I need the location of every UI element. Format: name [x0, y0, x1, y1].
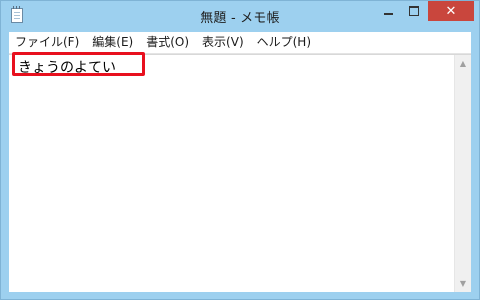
close-icon: ✕ [445, 3, 457, 19]
menu-bar: ファイル(F) 編集(E) 書式(O) 表示(V) ヘルプ(H) [9, 32, 471, 54]
title-bar[interactable]: 無題 - メモ帳 ✕ [1, 1, 479, 31]
maximize-button[interactable] [401, 1, 427, 21]
close-button[interactable]: ✕ [428, 1, 474, 21]
text-editor-area[interactable]: きょうのよてい ▲ ▼ [9, 52, 471, 292]
menu-view[interactable]: 表示(V) [198, 32, 248, 53]
editor-text[interactable]: きょうのよてい [18, 57, 116, 77]
menu-file[interactable]: ファイル(F) [11, 32, 83, 53]
minimize-button[interactable] [375, 1, 401, 21]
menu-edit[interactable]: 編集(E) [88, 32, 137, 53]
menu-format[interactable]: 書式(O) [142, 32, 193, 53]
minimize-icon [383, 13, 393, 15]
scroll-up-icon[interactable]: ▲ [455, 55, 471, 72]
notepad-window: 無題 - メモ帳 ✕ ファイル(F) 編集(E) 書式(O) 表示(V) ヘルプ… [0, 0, 480, 300]
maximize-icon [409, 6, 419, 16]
vertical-scrollbar[interactable]: ▲ ▼ [454, 55, 471, 292]
scroll-down-icon[interactable]: ▼ [455, 275, 471, 292]
menu-help[interactable]: ヘルプ(H) [253, 32, 315, 53]
